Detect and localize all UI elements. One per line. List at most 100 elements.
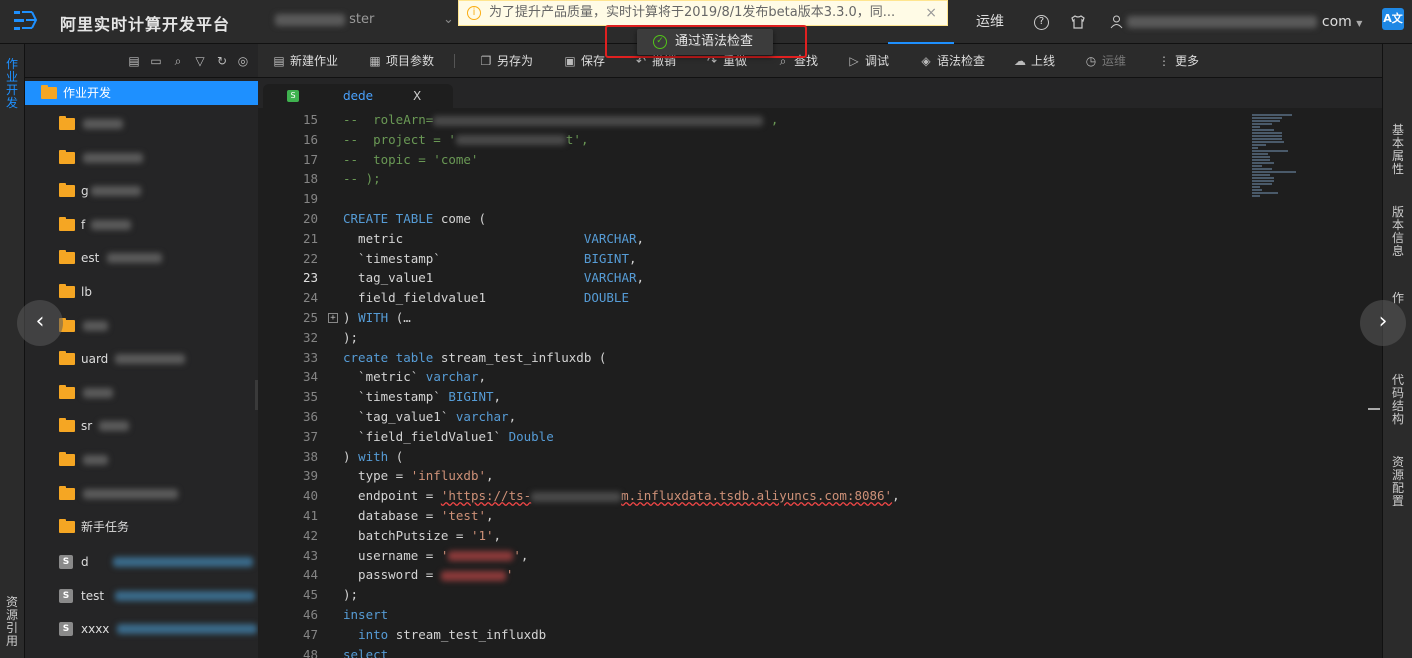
- editor-tab-dede[interactable]: S dede X: [263, 84, 453, 108]
- fold-expand-icon[interactable]: +: [328, 313, 338, 323]
- file-plus-icon: ▤: [273, 54, 285, 68]
- tree-folder-label: uard: [81, 352, 109, 367]
- translate-icon[interactable]: A文: [1382, 8, 1404, 30]
- tree-folder[interactable]: [25, 482, 258, 506]
- line-number: 47: [302, 626, 318, 642]
- user-menu[interactable]: com ▼: [1110, 0, 1362, 44]
- code-token: -- project = ': [343, 131, 456, 147]
- right-rail-tab[interactable]: 版本信息: [1390, 206, 1406, 258]
- folder-icon: [59, 452, 75, 466]
- params-icon: ▦: [369, 54, 381, 68]
- tree-folder[interactable]: g: [25, 179, 258, 203]
- go-online-button[interactable]: ☁ 上线: [1014, 44, 1055, 78]
- code-editor[interactable]: 15 -- roleArn= , 16 -- project = ' t', 17 -- t…: [258, 108, 1382, 658]
- minimap[interactable]: [1252, 108, 1332, 658]
- code-token: ,: [892, 488, 900, 504]
- code-line: 44 password = ': [258, 565, 1248, 585]
- code-token: come (: [433, 211, 486, 226]
- new-job-button[interactable]: ▤ 新建作业: [273, 44, 338, 78]
- project-params-button[interactable]: ▦ 项目参数: [369, 44, 434, 78]
- blurred-user-email: [1127, 16, 1318, 28]
- close-icon[interactable]: ×: [925, 1, 937, 25]
- announcement-text: 为了提升产品质量，实时计算将于2019/8/1发布beta版本3.3.0，同..…: [489, 5, 896, 20]
- minimap-line: [1252, 159, 1270, 161]
- tree-folder[interactable]: [25, 448, 258, 472]
- code-line: 23 tag_value1 VARCHAR,: [258, 268, 1248, 288]
- nav-ops[interactable]: 运维: [976, 0, 1004, 44]
- debug-button[interactable]: ▷ 调试: [848, 44, 889, 78]
- code-text: ) with (: [343, 447, 403, 467]
- minimap-line: [1252, 138, 1282, 140]
- save-button[interactable]: ▣ 保存: [564, 44, 605, 78]
- tree-folder[interactable]: 新手任务: [25, 515, 258, 539]
- tree-folder[interactable]: est: [25, 246, 258, 270]
- tree-folder[interactable]: lb: [25, 280, 258, 304]
- tree-file-label: d: [81, 555, 89, 569]
- minimap-line: [1252, 153, 1268, 155]
- code-line: 38) with (: [258, 447, 1248, 467]
- code-line: 19: [258, 189, 1248, 209]
- tree-folder[interactable]: f: [25, 213, 258, 237]
- filter-icon[interactable]: ▽: [193, 54, 207, 68]
- minimap-line: [1252, 162, 1274, 164]
- chevron-left-icon[interactable]: ‹: [17, 300, 63, 346]
- blurred-text: [83, 455, 108, 465]
- code-line: 35 `timestamp` BIGINT,: [258, 387, 1248, 407]
- tree-root-job-dev[interactable]: 作业开发: [25, 81, 258, 105]
- code-line: 48 select: [258, 645, 1248, 658]
- tree-folder[interactable]: [25, 381, 258, 405]
- tree-folder[interactable]: [25, 146, 258, 170]
- tree-file[interactable]: Stest: [25, 584, 258, 608]
- folder-icon: [59, 418, 75, 433]
- right-rail-tab[interactable]: 资源配置: [1390, 456, 1406, 508]
- right-rail-tab[interactable]: 代码结构: [1390, 374, 1406, 426]
- help-icon[interactable]: ?: [1034, 0, 1049, 44]
- code-line: 25 +) WITH (…: [258, 308, 1248, 328]
- code-token: `timestamp`: [343, 250, 584, 266]
- code-token: username =: [343, 547, 441, 563]
- tree-file[interactable]: Sd: [25, 550, 258, 574]
- code-token: -- topic = 'come': [343, 151, 479, 167]
- syntax-check-button[interactable]: ◈ 语法检查: [920, 44, 985, 78]
- project-selector[interactable]: ster ⌄: [275, 12, 455, 32]
- scrollbar-indicator[interactable]: [1368, 408, 1380, 410]
- search-icon[interactable]: ⌕: [171, 54, 185, 68]
- more-button[interactable]: ⋮ 更多: [1158, 44, 1199, 78]
- code-token: ,: [493, 527, 502, 543]
- logo-icon[interactable]: [12, 8, 40, 34]
- minimap-line: [1252, 117, 1282, 119]
- blurred-text: [455, 135, 566, 146]
- right-rail-tab[interactable]: 基本属性: [1390, 124, 1406, 176]
- code-line: 32);: [258, 328, 1248, 348]
- close-tab-icon[interactable]: X: [413, 84, 421, 108]
- code-line: 21 metric VARCHAR,: [258, 229, 1248, 249]
- code-line: 20 CREATE TABLE come (: [258, 209, 1248, 229]
- code-token: ,: [486, 508, 494, 523]
- locate-icon[interactable]: ◎: [236, 54, 250, 68]
- tree-folder[interactable]: [25, 112, 258, 136]
- rail-tab-job-dev[interactable]: 作业开发: [3, 58, 21, 110]
- tree-folder[interactable]: sr: [25, 414, 258, 438]
- code-token: ,: [478, 369, 487, 385]
- rail-tab-resource-ref[interactable]: 资源引用: [3, 596, 21, 648]
- code-token: ): [343, 310, 359, 325]
- new-file-icon[interactable]: ▤: [127, 54, 141, 68]
- tree-file-label: xxxx: [81, 622, 110, 636]
- blurred-text: [448, 551, 514, 562]
- code-token: '1': [470, 527, 494, 543]
- blurred-text: [99, 421, 129, 432]
- save-as-button[interactable]: ❐ 另存为: [480, 44, 533, 78]
- refresh-icon[interactable]: ↻: [215, 54, 229, 68]
- line-number: 34: [302, 369, 318, 385]
- code-line: 43 username = ' ',: [258, 546, 1248, 566]
- announcement-banner: i 为了提升产品质量，实时计算将于2019/8/1发布beta版本3.3.0，同…: [458, 0, 948, 26]
- code-token: `tag_value1`: [343, 409, 456, 424]
- line-number: 24: [302, 290, 318, 306]
- chevron-right-icon[interactable]: ›: [1360, 300, 1406, 346]
- ops-button[interactable]: ◷ 运维: [1085, 44, 1126, 78]
- tree-file[interactable]: Sxxxx: [25, 617, 258, 641]
- shirt-icon[interactable]: [1070, 0, 1086, 44]
- minimap-line: [1252, 171, 1296, 173]
- new-folder-icon[interactable]: ▭: [149, 54, 163, 68]
- tree-folder[interactable]: uard: [25, 347, 258, 371]
